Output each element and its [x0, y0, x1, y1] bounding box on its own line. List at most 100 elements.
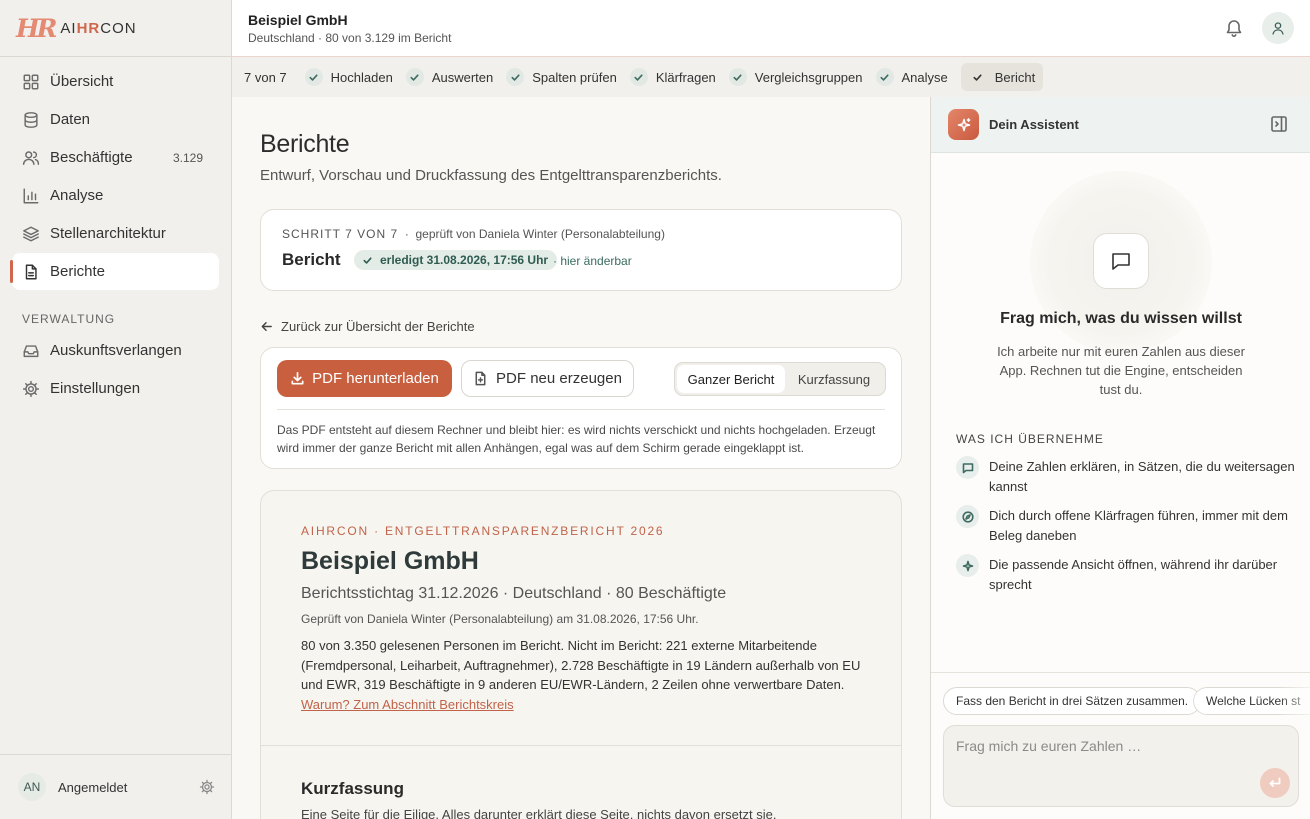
- suggestion-chips: Fass den Bericht in drei Sätzen zusammen…: [931, 672, 1310, 722]
- step-label: Klärfragen: [655, 69, 716, 85]
- inbox-icon: [23, 344, 39, 357]
- main-content: Berichte Entwurf, Vorschau und Druckfass…: [232, 97, 930, 819]
- document-icon: [25, 264, 37, 279]
- download-pdf-button[interactable]: PDF herunterladen: [277, 360, 452, 397]
- sidebar-item-label: Beschäftigte: [50, 149, 133, 166]
- sidebar-item-uebersicht[interactable]: Übersicht: [12, 63, 219, 100]
- step-title: Bericht: [282, 250, 341, 269]
- sparkle-icon: [956, 554, 979, 577]
- sidebar: HR AIHRCON Übersicht Daten Beschäftigte …: [0, 0, 232, 819]
- step-label: Hochladen: [330, 69, 393, 85]
- send-button[interactable]: [1260, 768, 1290, 798]
- download-pdf-label: PDF herunterladen: [312, 370, 439, 387]
- sidebar-item-label: Berichte: [50, 263, 106, 280]
- gear-icon: [22, 380, 40, 397]
- main-nav: Übersicht Daten Beschäftigte 3.129 Analy…: [0, 57, 231, 297]
- sidebar-item-label: Stellenarchitektur: [50, 225, 166, 242]
- suggestion-chip[interactable]: Fass den Bericht in drei Sätzen zusammen…: [943, 687, 1202, 715]
- logo-mark-icon: HR: [16, 13, 57, 43]
- step-count: 7 von 7: [244, 69, 287, 85]
- sidebar-item-label: Analyse: [50, 187, 104, 204]
- toggle-summary[interactable]: Kurzfassung: [785, 365, 883, 393]
- step-meta: SCHRITT 7 VON 7 · geprüft von Daniela Wi…: [282, 227, 665, 241]
- sidebar-item-analyse[interactable]: Analyse: [12, 177, 219, 214]
- back-link[interactable]: Zurück zur Übersicht der Berichte: [260, 319, 475, 334]
- chat-input-placeholder: Frag mich zu euren Zahlen …: [956, 738, 1142, 754]
- sidebar-item-beschaeftigte[interactable]: Beschäftigte 3.129: [12, 139, 219, 176]
- summary-title: Kurzfassung: [301, 779, 404, 798]
- sidebar-item-stellenarchitektur[interactable]: Stellenarchitektur: [12, 215, 219, 252]
- toggle-full-report[interactable]: Ganzer Bericht: [677, 365, 785, 393]
- sidebar-item-einstellungen[interactable]: Einstellungen: [12, 370, 219, 407]
- assistant-name: Dein Assistent: [989, 117, 1079, 132]
- features-label: WAS ICH ÜBERNEHME: [956, 432, 1104, 446]
- report-body: 80 von 3.350 gelesenen Personen im Beric…: [301, 638, 861, 712]
- file-plus-icon: [475, 371, 486, 386]
- divider: [261, 745, 901, 746]
- avatar[interactable]: AN: [18, 773, 46, 801]
- report-eyebrow: AIHRCON · ENTGELTTRANSPARENZBERICHT 2026: [301, 524, 665, 538]
- suggestion-chip[interactable]: Welche Lücken st: [1193, 687, 1310, 715]
- layers-icon: [23, 226, 39, 241]
- feature-item: Dich durch offene Klärfragen führen, imm…: [956, 505, 1296, 546]
- summary-subtitle: Eine Seite für die Eilige. Alles darunte…: [301, 807, 777, 819]
- report-preview: AIHRCON · ENTGELTTRANSPARENZBERICHT 2026…: [260, 490, 902, 819]
- chat-input[interactable]: Frag mich zu euren Zahlen …: [943, 725, 1299, 807]
- sidebar-item-label: Einstellungen: [50, 380, 141, 397]
- brand-logo[interactable]: HR AIHRCON: [0, 0, 231, 57]
- step-progress-bar: 7 von 7 Hochladen Auswerten Spalten prüf…: [232, 57, 1310, 97]
- step-spalten-pruefen[interactable]: Spalten prüfen: [506, 63, 625, 91]
- regenerate-pdf-label: PDF neu erzeugen: [496, 370, 622, 387]
- users-icon: [22, 150, 40, 165]
- sidebar-item-daten[interactable]: Daten: [12, 101, 219, 138]
- sidebar-item-label: Daten: [50, 111, 91, 128]
- assistant-panel: Dein Assistent Frag mich, was du wissen …: [930, 97, 1310, 819]
- feature-text: Deine Zahlen erklären, in Sätzen, die du…: [989, 459, 1295, 494]
- sparkle-icon: [948, 109, 979, 140]
- check-icon: [304, 68, 323, 86]
- collapse-panel-icon[interactable]: [1270, 115, 1288, 133]
- report-stichtag: Berichtsstichtag 31.12.2026 · Deutschlan…: [301, 585, 727, 602]
- page-subtitle: Entwurf, Vorschau und Druckfassung des E…: [260, 167, 722, 184]
- grid-icon: [23, 74, 39, 89]
- step-klaerfragen[interactable]: Klärfragen: [629, 63, 724, 91]
- login-status: Angemeldet: [58, 779, 128, 795]
- change-hint-link[interactable]: · hier änderbar: [553, 254, 632, 268]
- regenerate-pdf-button[interactable]: PDF neu erzeugen: [461, 360, 634, 397]
- check-icon: [629, 68, 648, 86]
- settings-gear-icon[interactable]: [199, 779, 215, 795]
- step-hochladen[interactable]: Hochladen: [304, 63, 401, 91]
- feature-text: Dich durch offene Klärfragen führen, imm…: [989, 508, 1288, 543]
- check-icon: [728, 68, 747, 86]
- step-analyse[interactable]: Analyse: [875, 63, 956, 91]
- assistant-headline: Frag mich, was du wissen willst: [1000, 310, 1242, 327]
- user-row: AN Angemeldet: [0, 754, 231, 819]
- sidebar-item-auskunftsverlangen[interactable]: Auskunftsverlangen: [12, 332, 219, 369]
- company-name: Beispiel GmbH: [248, 12, 348, 28]
- report-company: Beispiel GmbH: [301, 547, 479, 575]
- berichtskreis-link[interactable]: Warum? Zum Abschnitt Berichtskreis: [301, 697, 514, 712]
- user-icon: [1272, 22, 1284, 35]
- message-icon: [956, 456, 979, 479]
- pdf-note: Das PDF entsteht auf diesem Rechner und …: [277, 423, 876, 455]
- page-title: Berichte: [260, 130, 350, 158]
- feature-item: Deine Zahlen erklären, in Sätzen, die du…: [956, 456, 1296, 497]
- sidebar-item-label: Auskunftsverlangen: [50, 342, 182, 359]
- section-label-verwaltung: VERWALTUNG: [22, 312, 116, 326]
- step-auswerten[interactable]: Auswerten: [405, 63, 501, 91]
- employee-count-badge: 3.129: [172, 150, 203, 165]
- check-icon: [405, 68, 424, 86]
- feature-item: Die passende Ansicht öffnen, während ihr…: [956, 554, 1296, 595]
- feature-text: Die passende Ansicht öffnen, während ihr…: [989, 557, 1278, 592]
- step-vergleichsgruppen[interactable]: Vergleichsgruppen: [728, 63, 871, 91]
- step-label: Analyse: [901, 69, 948, 85]
- check-icon: [363, 256, 372, 264]
- bell-icon[interactable]: [1224, 18, 1244, 38]
- step-bericht[interactable]: Bericht: [960, 63, 1044, 91]
- profile-button[interactable]: [1262, 12, 1294, 44]
- check-icon: [506, 68, 525, 86]
- report-scope-toggle: Ganzer Bericht Kurzfassung: [674, 362, 886, 396]
- database-icon: [24, 111, 38, 128]
- step-label: Bericht: [994, 69, 1036, 85]
- sidebar-item-berichte[interactable]: Berichte: [10, 253, 219, 290]
